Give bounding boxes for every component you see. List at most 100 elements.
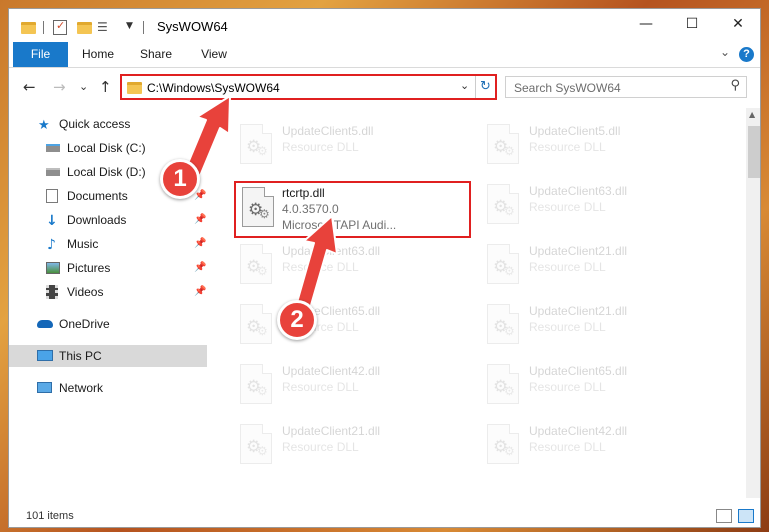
file-name: UpdateClient42.dll — [282, 364, 381, 378]
music-icon: ♪ — [47, 237, 56, 253]
pin-icon[interactable]: 📌 — [194, 257, 206, 279]
file-tile[interactable]: ⚙ ⚙ UpdateClient21.dll Resource DLL — [234, 420, 470, 474]
dll-file-icon: ⚙ ⚙ — [240, 424, 272, 464]
sidebar-item-this-pc[interactable]: This PC — [9, 345, 207, 367]
search-placeholder: Search SysWOW64 — [514, 81, 621, 95]
properties-icon[interactable] — [53, 19, 67, 35]
dll-file-icon: ⚙ ⚙ — [240, 304, 272, 344]
file-type: Resource DLL — [529, 200, 606, 214]
download-icon: ↓ — [46, 213, 58, 229]
dll-file-icon: ⚙ ⚙ — [240, 124, 272, 164]
file-tile[interactable]: ⚙ ⚙ UpdateClient42.dll Resource DLL — [481, 420, 717, 474]
scrollbar-thumb[interactable] — [748, 126, 760, 178]
close-button[interactable]: ✕ — [715, 9, 760, 41]
customize-toolbar-icon[interactable]: ☰ — [97, 20, 113, 36]
pin-icon[interactable]: 📌 — [194, 281, 206, 303]
maximize-button[interactable]: ☐ — [669, 9, 715, 41]
vertical-scrollbar[interactable]: ▲ — [746, 108, 760, 498]
cloud-icon — [37, 320, 53, 328]
step-1-badge: 1 — [160, 159, 200, 199]
forward-button[interactable]: → — [53, 78, 66, 96]
dll-file-icon: ⚙ ⚙ — [487, 244, 519, 284]
sidebar-item-pictures[interactable]: Pictures 📌 — [9, 257, 207, 279]
sidebar-item-label: Pictures — [67, 261, 111, 275]
file-type: Resource DLL — [529, 260, 606, 274]
file-name: UpdateClient21.dll — [529, 244, 628, 258]
address-path[interactable]: C:\Windows\SysWOW64 — [147, 81, 280, 95]
file-name: UpdateClient65.dll — [529, 364, 628, 378]
file-tile[interactable]: ⚙ ⚙ UpdateClient5.dll Resource DLL — [481, 120, 717, 174]
file-type: Resource DLL — [282, 440, 359, 454]
file-name: UpdateClient63.dll — [529, 184, 628, 198]
sidebar-item-quick-access[interactable]: ★ Quick access — [9, 113, 207, 135]
recent-locations-icon[interactable]: ⌄ — [79, 80, 88, 93]
item-count: 101 items — [26, 510, 74, 522]
file-tile[interactable]: ⚙ ⚙ UpdateClient21.dll Resource DLL — [481, 300, 717, 354]
tab-view[interactable]: View — [193, 42, 235, 67]
tab-home[interactable]: Home — [77, 42, 119, 67]
search-input[interactable]: Search SysWOW64 ⚲ — [505, 76, 747, 98]
ribbon-expand-icon[interactable]: ⌄ — [720, 45, 730, 59]
sidebar-item-network[interactable]: Network — [9, 377, 207, 399]
address-dropdown-icon[interactable]: ⌄ — [460, 79, 469, 92]
tab-share[interactable]: Share — [135, 42, 177, 67]
minimize-button[interactable]: — — [623, 9, 669, 41]
file-name: UpdateClient5.dll — [529, 124, 621, 138]
computer-icon — [37, 350, 53, 361]
folder-icon — [127, 82, 142, 94]
highlight-box — [234, 181, 471, 238]
drive-icon — [46, 144, 60, 152]
file-name: UpdateClient5.dll — [282, 124, 374, 138]
quick-access-dropdown-icon[interactable]: ▼ — [126, 21, 133, 37]
sidebar-item-label: Network — [59, 381, 104, 395]
file-tile[interactable]: ⚙ ⚙ UpdateClient63.dll Resource DLL — [481, 180, 717, 234]
sidebar-item-onedrive[interactable]: OneDrive — [9, 313, 207, 335]
file-type: Resource DLL — [529, 320, 606, 334]
pin-icon[interactable]: 📌 — [194, 209, 206, 231]
folder-icon — [21, 22, 36, 34]
dll-file-icon: ⚙ ⚙ — [487, 304, 519, 344]
address-bar[interactable]: C:\Windows\SysWOW64 ⌄ ↻ — [120, 74, 497, 100]
scroll-up-icon[interactable]: ▲ — [749, 110, 755, 119]
file-tile[interactable]: ⚙ ⚙ UpdateClient5.dll Resource DLL — [234, 120, 470, 174]
drive-icon — [46, 168, 60, 176]
refresh-button[interactable]: ↻ — [475, 76, 495, 98]
file-type: Resource DLL — [529, 140, 606, 154]
help-button[interactable]: ? — [739, 47, 754, 62]
search-icon[interactable]: ⚲ — [730, 78, 740, 93]
navigation-bar: ← → ⌄ ↑ C:\Windows\SysWOW64 ⌄ ↻ Search S… — [9, 68, 760, 108]
new-folder-icon[interactable] — [77, 22, 92, 34]
star-icon: ★ — [38, 118, 50, 133]
file-type: Resource DLL — [282, 380, 359, 394]
sidebar-item-videos[interactable]: Videos 📌 — [9, 281, 207, 303]
file-tile[interactable]: ⚙ ⚙ UpdateClient65.dll Resource DLL — [234, 300, 470, 354]
file-tile[interactable]: ⚙ ⚙ UpdateClient65.dll Resource DLL — [481, 360, 717, 414]
sidebar-item-label: Videos — [67, 285, 104, 299]
dll-file-icon: ⚙ ⚙ — [487, 124, 519, 164]
sidebar-item-label: Music — [67, 237, 99, 251]
file-tile[interactable]: ⚙ ⚙ UpdateClient42.dll Resource DLL — [234, 360, 470, 414]
pin-icon[interactable]: 📌 — [194, 233, 206, 255]
file-name: UpdateClient63.dll — [282, 244, 381, 258]
file-type: Resource DLL — [529, 380, 606, 394]
sidebar-item-music[interactable]: ♪ Music 📌 — [9, 233, 207, 255]
sidebar-item-local-disk-c[interactable]: Local Disk (C:) — [9, 137, 207, 159]
up-button[interactable]: ↑ — [99, 78, 112, 96]
status-bar: 101 items — [9, 501, 760, 527]
back-button[interactable]: ← — [23, 78, 36, 96]
window-title: SysWOW64 — [157, 19, 228, 34]
file-type: Resource DLL — [282, 140, 359, 154]
details-view-icon[interactable] — [716, 509, 732, 523]
sidebar-item-label: Local Disk (C:) — [67, 141, 146, 155]
title-bar: ☰ ▼ SysWOW64 — ☐ ✕ — [9, 9, 760, 42]
file-tile[interactable]: ⚙ ⚙ UpdateClient63.dll Resource DLL — [234, 240, 470, 294]
file-tile[interactable]: ⚙ ⚙ UpdateClient21.dll Resource DLL — [481, 240, 717, 294]
toolbar-separator — [43, 21, 44, 34]
tiles-view-icon[interactable] — [738, 509, 754, 523]
dll-file-icon: ⚙ ⚙ — [487, 364, 519, 404]
sidebar-item-label: OneDrive — [59, 317, 110, 331]
dll-file-icon: ⚙ ⚙ — [240, 244, 272, 284]
tab-file[interactable]: File — [13, 42, 68, 67]
sidebar-item-downloads[interactable]: ↓ Downloads 📌 — [9, 209, 207, 231]
sidebar-item-label: Local Disk (D:) — [67, 165, 146, 179]
